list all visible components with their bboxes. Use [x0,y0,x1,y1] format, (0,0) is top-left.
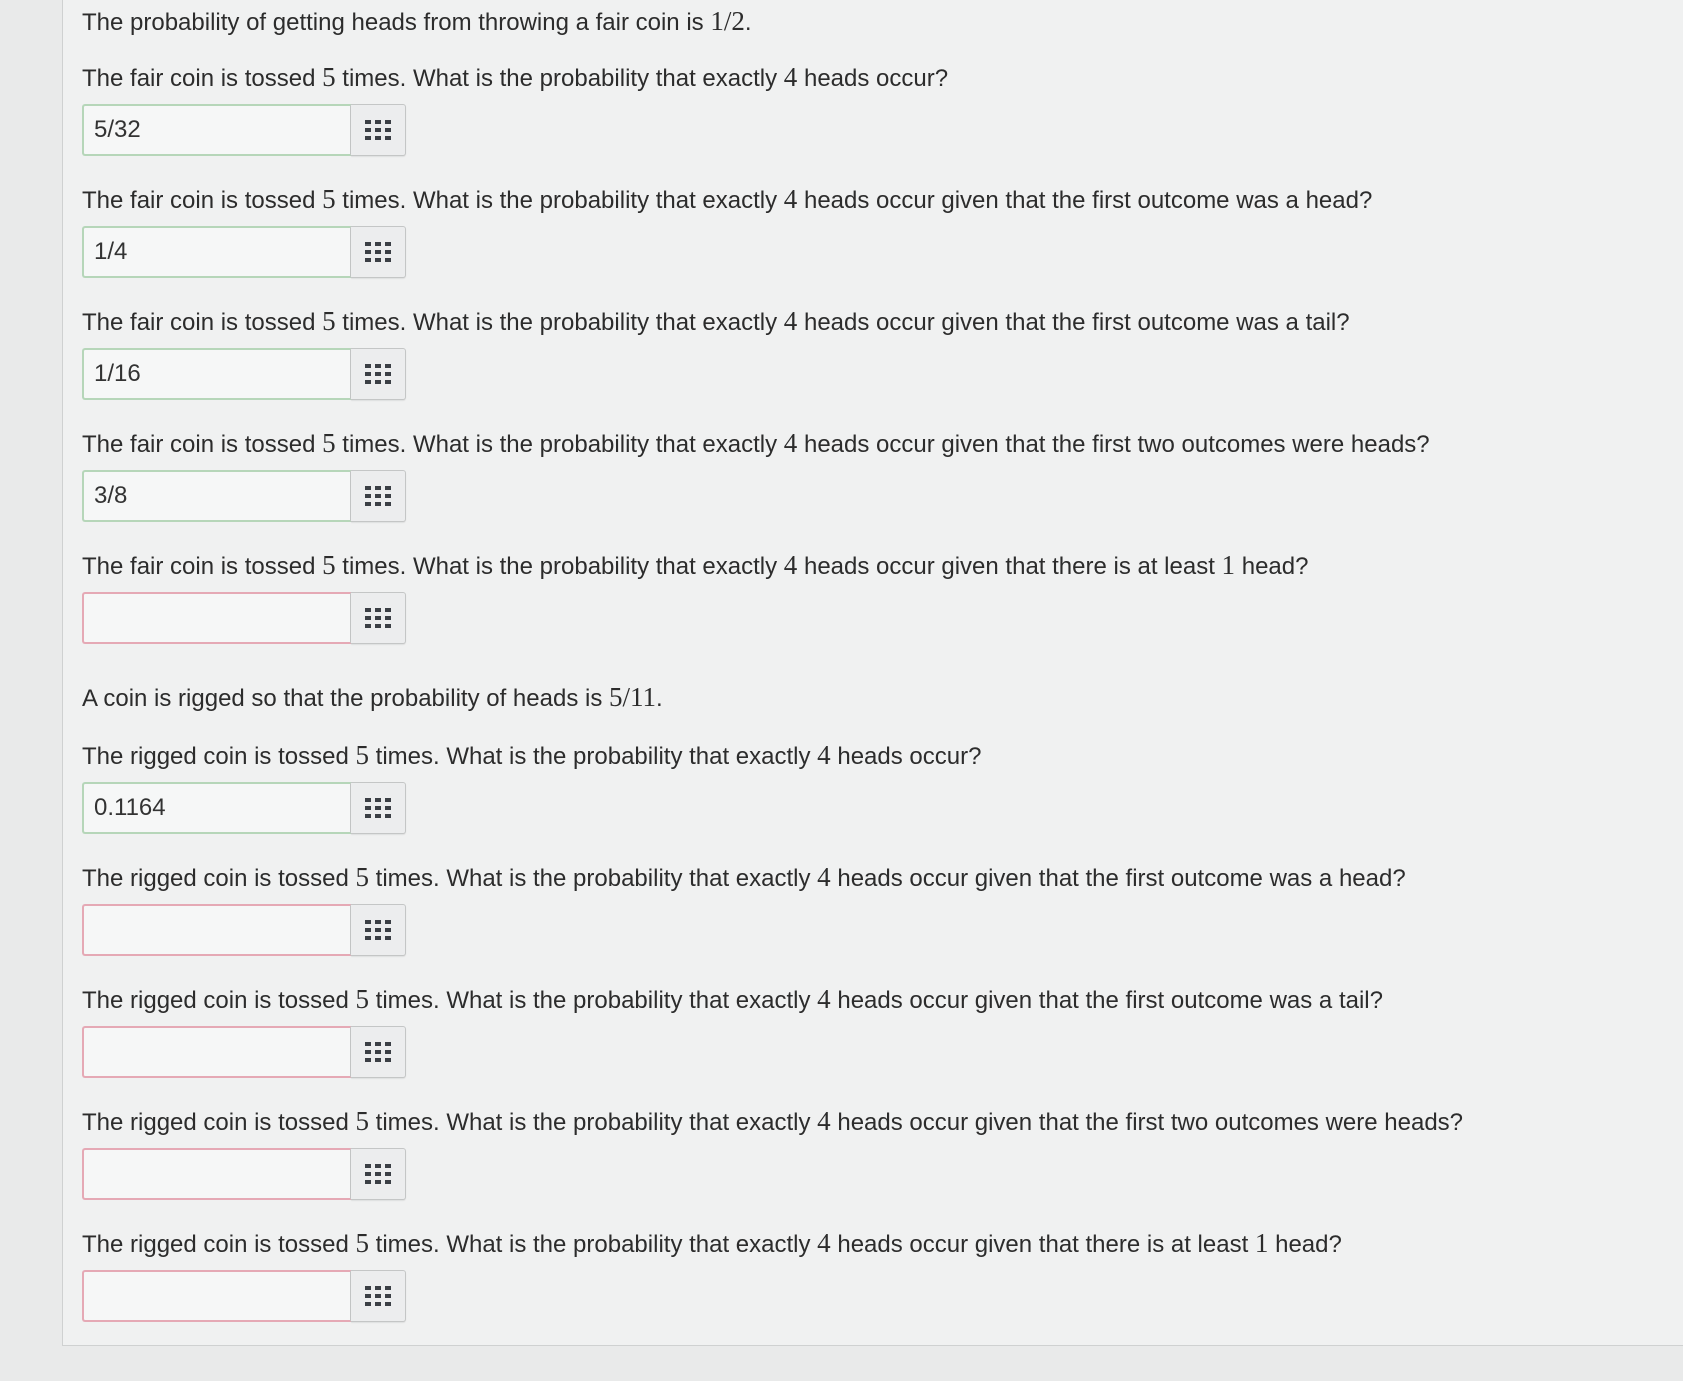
answer-input[interactable] [82,782,351,834]
keypad-button[interactable] [351,904,406,956]
answer-input[interactable] [82,1026,351,1078]
question-3: The fair coin is tossed 5 times. What is… [82,306,1642,400]
question-7: The rigged coin is tossed 5 times. What … [82,862,1642,956]
answer-row [82,226,406,278]
keypad-grid-icon [365,1286,391,1306]
keypad-grid-icon [365,608,391,628]
keypad-button[interactable] [351,592,406,644]
keypad-grid-icon [365,1042,391,1062]
answer-row [82,782,406,834]
answer-row [82,470,406,522]
question-9: The rigged coin is tossed 5 times. What … [82,1106,1642,1200]
question-text: The fair coin is tossed 5 times. What is… [82,428,1430,458]
keypad-grid-icon [365,242,391,262]
keypad-button[interactable] [351,104,406,156]
question-1: The fair coin is tossed 5 times. What is… [82,62,1642,156]
answer-row [82,1270,406,1322]
answer-row [82,1026,406,1078]
answer-input[interactable] [82,348,351,400]
question-4: The fair coin is tossed 5 times. What is… [82,428,1642,522]
keypad-button[interactable] [351,1270,406,1322]
question-text: The rigged coin is tossed 5 times. What … [82,984,1383,1014]
answer-row [82,592,406,644]
answer-input[interactable] [82,104,351,156]
question-text: The rigged coin is tossed 5 times. What … [82,1228,1342,1258]
answer-input[interactable] [82,1148,351,1200]
answer-row [82,1148,406,1200]
keypad-grid-icon [365,364,391,384]
answer-row [82,348,406,400]
keypad-grid-icon [365,920,391,940]
answer-input[interactable] [82,1270,351,1322]
keypad-grid-icon [365,120,391,140]
keypad-button[interactable] [351,782,406,834]
question-text: The fair coin is tossed 5 times. What is… [82,62,949,92]
answer-row [82,104,406,156]
keypad-button[interactable] [351,226,406,278]
question-2: The fair coin is tossed 5 times. What is… [82,184,1642,278]
answer-input[interactable] [82,226,351,278]
question-8: The rigged coin is tossed 5 times. What … [82,984,1642,1078]
keypad-grid-icon [365,486,391,506]
keypad-button[interactable] [351,1026,406,1078]
question-text: The fair coin is tossed 5 times. What is… [82,306,1350,336]
keypad-button[interactable] [351,470,406,522]
keypad-grid-icon [365,1164,391,1184]
keypad-button[interactable] [351,348,406,400]
question-text: The fair coin is tossed 5 times. What is… [82,184,1373,214]
question-text: The rigged coin is tossed 5 times. What … [82,862,1406,892]
answer-input[interactable] [82,470,351,522]
rigged-coin-intro: A coin is rigged so that the probability… [82,682,663,712]
answer-input[interactable] [82,592,351,644]
answer-row [82,904,406,956]
question-text: The rigged coin is tossed 5 times. What … [82,740,982,770]
question-6: The rigged coin is tossed 5 times. What … [82,740,1642,834]
fair-coin-intro: The probability of getting heads from th… [82,6,752,36]
question-text: The rigged coin is tossed 5 times. What … [82,1106,1464,1136]
answer-input[interactable] [82,904,351,956]
keypad-button[interactable] [351,1148,406,1200]
question-10: The rigged coin is tossed 5 times. What … [82,1228,1642,1322]
question-5: The fair coin is tossed 5 times. What is… [82,550,1642,644]
keypad-grid-icon [365,798,391,818]
question-text: The fair coin is tossed 5 times. What is… [82,550,1309,580]
